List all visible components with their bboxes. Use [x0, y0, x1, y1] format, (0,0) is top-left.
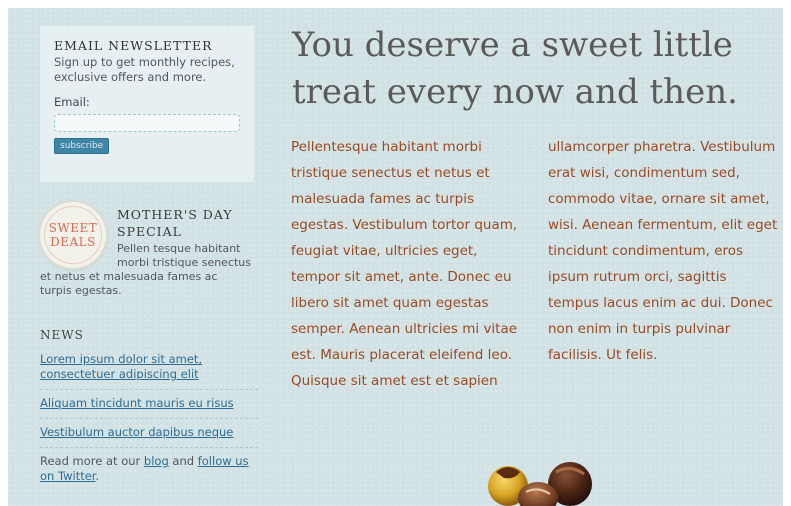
newsletter-title: EMAIL NEWSLETTER [54, 38, 213, 53]
page-headline: You deserve a sweet little treat every n… [292, 22, 772, 116]
read-more-period: . [95, 469, 100, 483]
headline-line-2: treat every now and then. [292, 72, 738, 112]
newsletter-box: EMAIL NEWSLETTER Sign up to get monthly … [40, 26, 254, 182]
email-field[interactable] [54, 114, 240, 132]
chocolates-image [488, 462, 592, 506]
news-title: NEWS [40, 328, 84, 342]
headline-line-1: You deserve a sweet little [292, 25, 733, 65]
newsletter-description: Sign up to get monthly recipes, exclusiv… [54, 55, 235, 84]
body-column-right: ullamcorper pharetra. Vestibulum erat wi… [548, 139, 778, 363]
page-frame: EMAIL NEWSLETTER Sign up to get monthly … [8, 8, 783, 506]
blog-link[interactable]: blog [144, 454, 169, 468]
news-section: NEWS Lorem ipsum dolor sit amet, consect… [40, 328, 258, 484]
seal-line-1: SWEET [48, 221, 98, 235]
news-link[interactable]: Lorem ipsum dolor sit amet, consectetuer… [40, 352, 258, 390]
news-link[interactable]: Vestibulum auctor dapibus neque [40, 425, 258, 448]
news-link[interactable]: Aliquam tincidunt mauris eu risus [40, 396, 258, 419]
sidebar: EMAIL NEWSLETTER Sign up to get monthly … [8, 8, 262, 506]
promo-text-line-4: turpis egestas. [40, 284, 122, 297]
subscribe-button[interactable]: subscribe [54, 138, 110, 154]
read-more-text: Read more at our blog and follow us on T… [40, 454, 258, 484]
promo-title-line-2: SPECIAL [117, 224, 182, 239]
promo-title: MOTHER'S DAY SPECIAL [117, 206, 257, 240]
read-more-prefix: Read more at our [40, 454, 141, 468]
promo-text-line-3: et netus et malesuada fames ac [40, 270, 218, 283]
email-label: Email: [54, 95, 90, 109]
promo-text-line-2: morbi tristique senectus [117, 256, 252, 269]
promo-title-line-1: MOTHER'S DAY [117, 207, 233, 222]
body-column-left: Pellentesque habitant morbi tristique se… [291, 139, 518, 389]
promo-text-line-1: Pellen tesque habitant [117, 242, 241, 255]
read-more-and: and [172, 454, 195, 468]
promo-text: Pellen tesque habitant morbi tristique s… [40, 242, 262, 298]
